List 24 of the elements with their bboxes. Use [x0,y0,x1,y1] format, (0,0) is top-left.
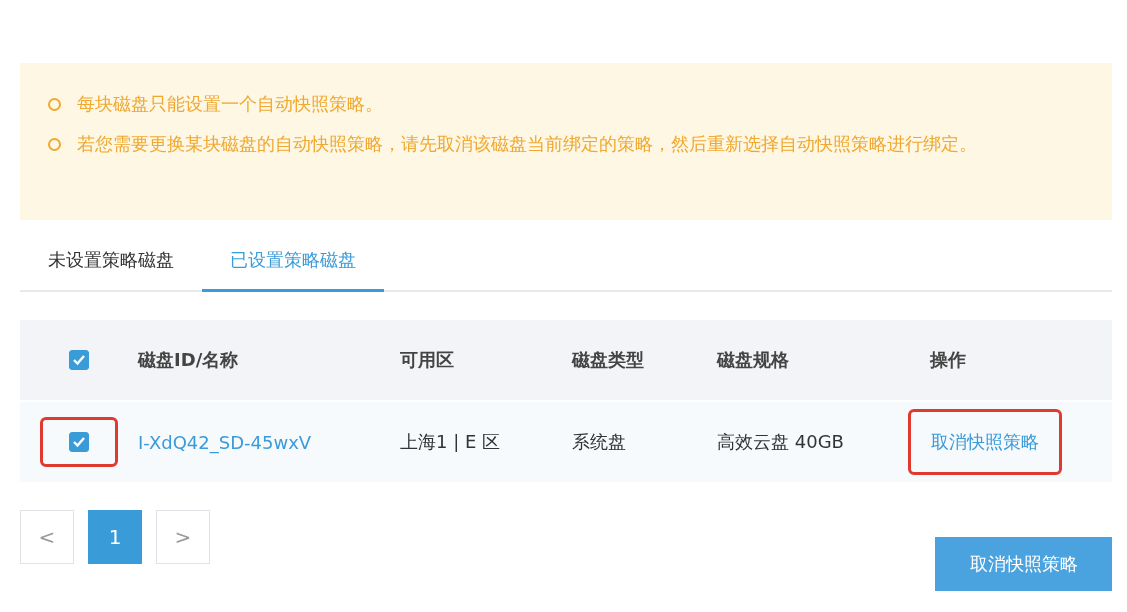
notice-text: 每块磁盘只能设置一个自动快照策略。 [77,92,383,116]
bullet-icon [48,138,61,151]
disk-id-link[interactable]: I-XdQ42_SD-45wxV [138,431,400,453]
table-cell-text: 高效云盘 40GB [717,430,845,454]
check-icon [72,353,86,367]
checkbox[interactable] [69,432,89,452]
bullet-icon [48,98,61,111]
notice-text: 若您需要更换某块磁盘的自动快照策略，请先取消该磁盘当前绑定的策略，然后重新选择自动快照策略进行绑定。 [77,132,977,156]
next-page-button[interactable]: > [156,510,210,564]
column-header: 磁盘规格 [717,348,790,372]
tab[interactable]: 已设置策略磁盘 [202,234,384,292]
prev-page-button[interactable]: < [20,510,74,564]
cancel-policy-button[interactable]: 取消快照策略 [935,537,1112,591]
tab[interactable]: 未设置策略磁盘 [20,234,202,292]
page-button[interactable]: 1 [88,510,142,564]
checkbox[interactable] [69,350,89,370]
table-cell-text: 系统盘 [572,430,627,454]
column-header: 磁盘类型 [572,348,645,372]
column-header: 磁盘ID/名称 [138,348,240,372]
check-icon [72,435,86,449]
column-header: 操作 [930,348,967,372]
cancel-policy-link[interactable]: 取消快照策略 [931,431,1039,452]
column-header: 可用区 [400,348,455,372]
table-cell-text: 上海1 | E 区 [400,430,502,454]
